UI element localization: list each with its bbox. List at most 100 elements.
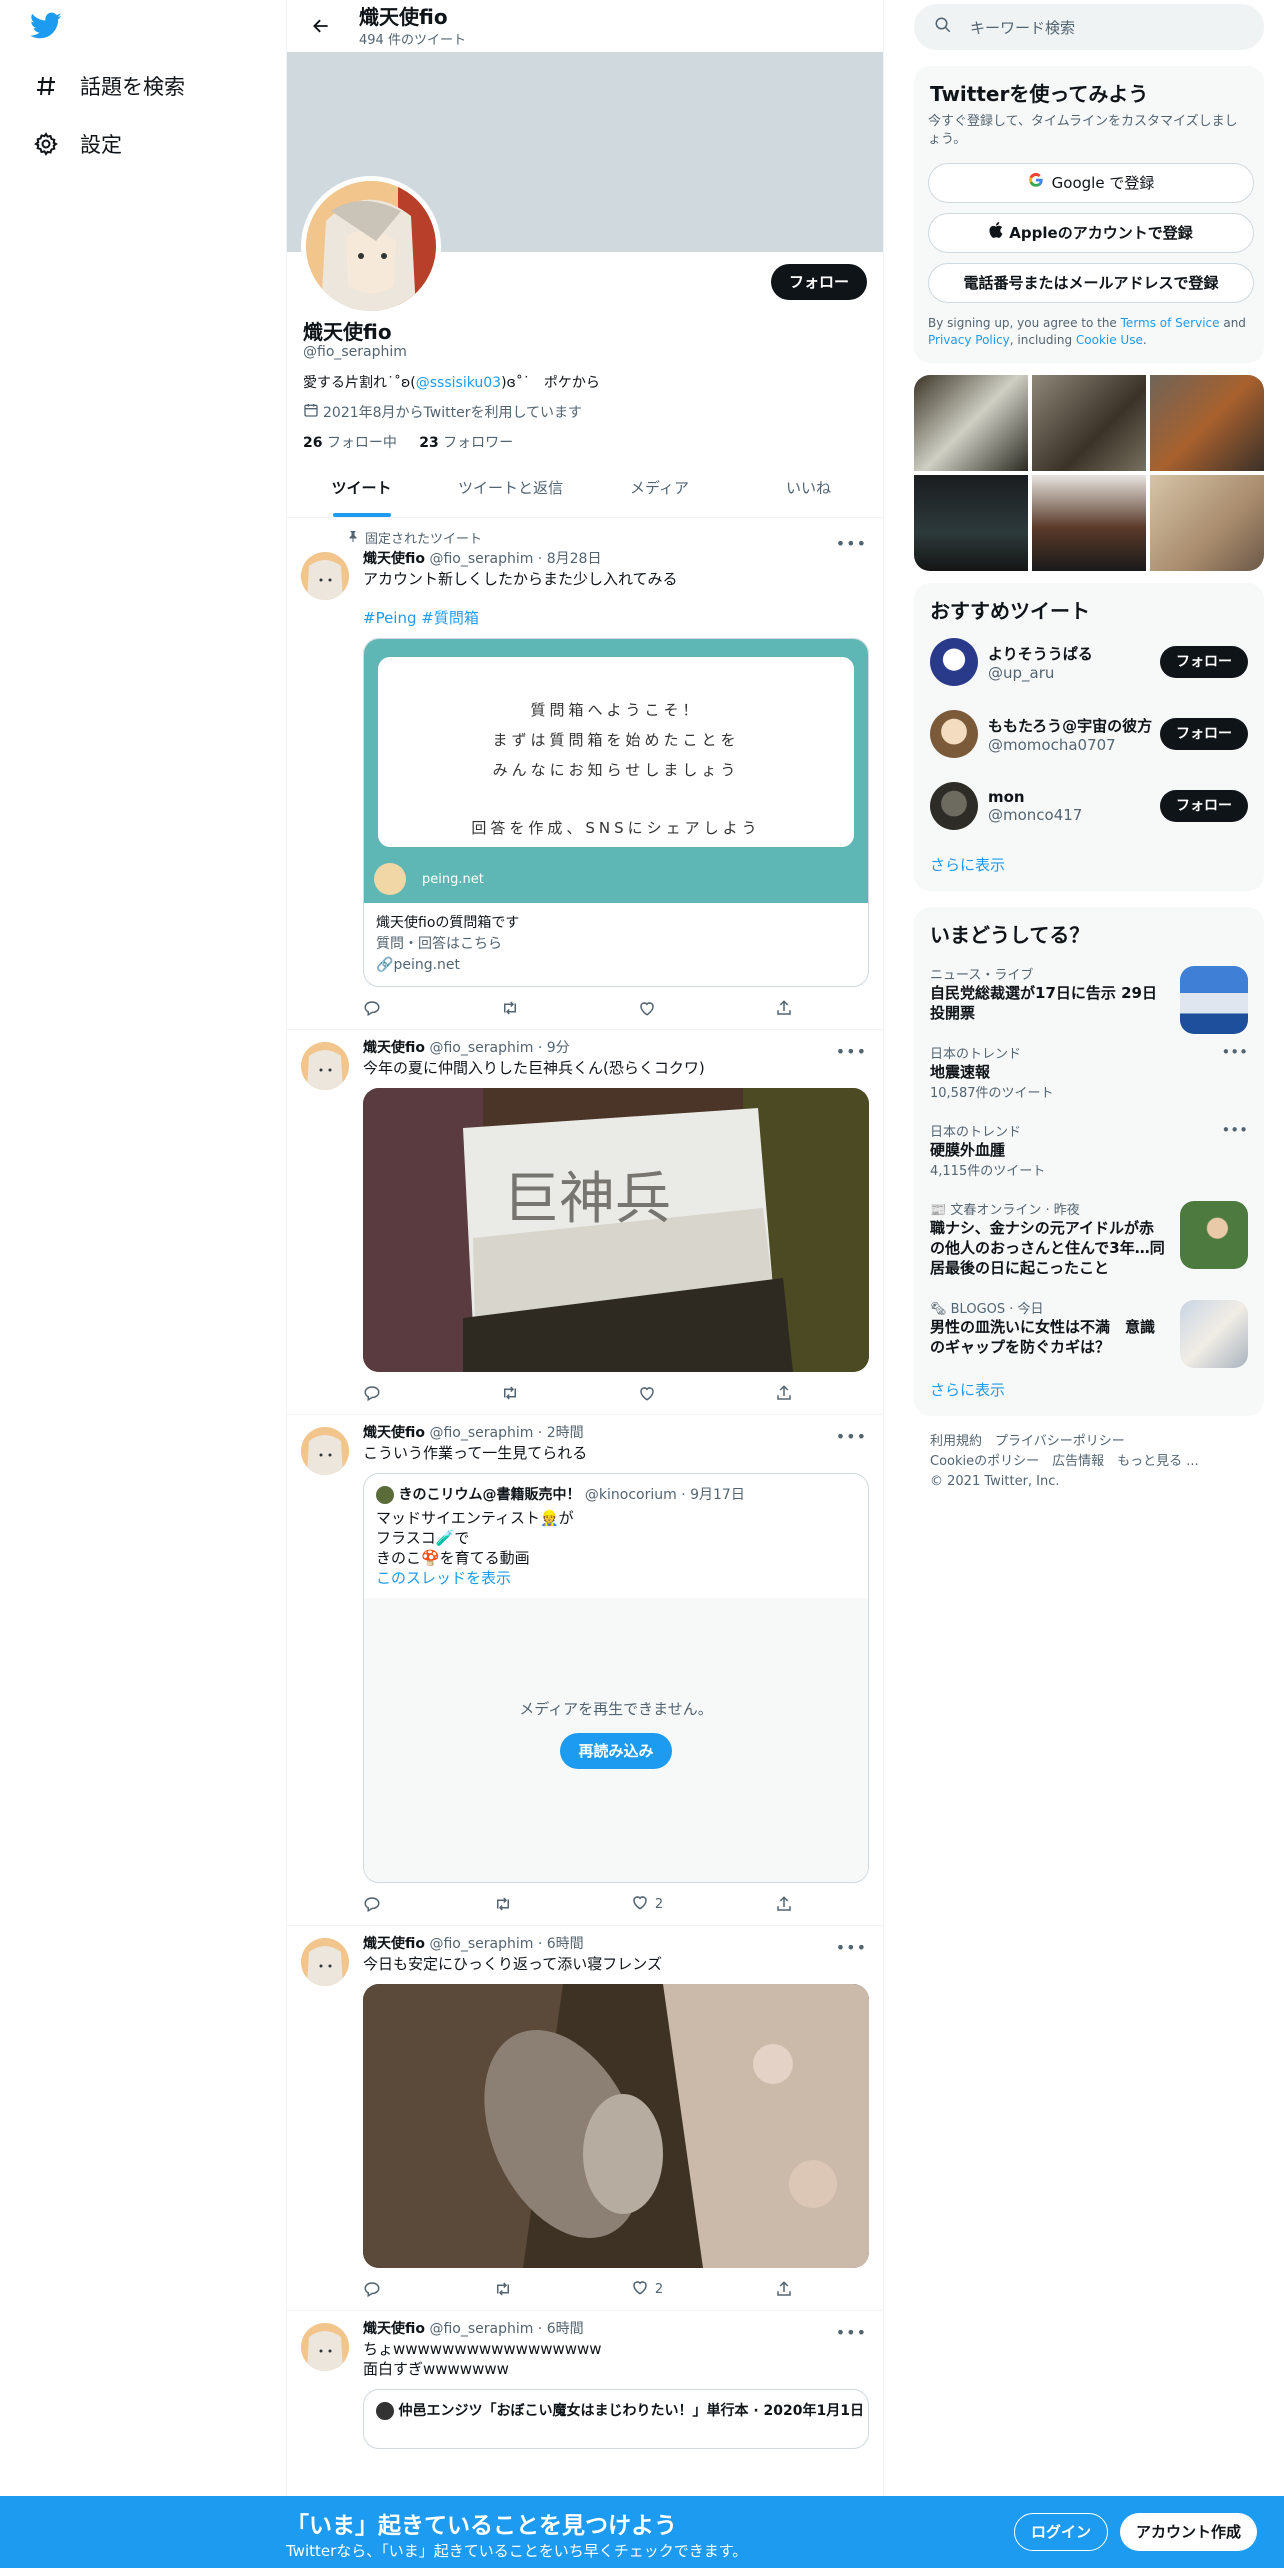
- reply-icon[interactable]: [363, 2278, 381, 2300]
- media-thumb[interactable]: [914, 375, 1028, 471]
- cookie-link[interactable]: Cookie Use: [1076, 333, 1143, 347]
- signup-terms: By signing up, you agree to the Terms of…: [928, 316, 1246, 347]
- share-icon[interactable]: [775, 997, 793, 1019]
- google-signup-button[interactable]: Google で登録: [928, 163, 1254, 203]
- apple-signup-button[interactable]: Appleのアカウントで登録: [928, 213, 1254, 253]
- recommended-user[interactable]: ももたろう@宇宙の彼方 @momocha0707 フォロー: [914, 698, 1264, 770]
- follow-user-button[interactable]: フォロー: [1160, 646, 1248, 678]
- reply-icon[interactable]: [363, 1893, 381, 1915]
- media-thumb[interactable]: [1150, 475, 1264, 571]
- reply-icon[interactable]: [363, 1382, 381, 1404]
- share-icon[interactable]: [775, 1893, 793, 1915]
- tab-media[interactable]: メディア: [585, 460, 734, 517]
- tweet-avatar[interactable]: [301, 1427, 349, 1475]
- header-tweet-count: 494 件のツイート: [359, 32, 466, 48]
- more-options-icon[interactable]: •••: [836, 534, 867, 553]
- tweet[interactable]: 固定されたツイート ••• 熾天使fio @fio_seraphim · 8月2…: [287, 522, 883, 1030]
- tab-likes[interactable]: いいね: [734, 460, 883, 517]
- create-account-button[interactable]: アカウント作成: [1120, 2513, 1258, 2551]
- trend-item[interactable]: 日本のトレンド 地震速報 10,587件のツイート •••: [914, 1033, 1264, 1111]
- profile-avatar[interactable]: [301, 176, 441, 316]
- nav-settings[interactable]: 設定: [32, 124, 122, 164]
- show-thread-link[interactable]: このスレッドを表示: [376, 1569, 511, 1587]
- quoted-tweet[interactable]: きのこリウム@書籍販売中！ @kinocorium · 9月17日 マッドサイエ…: [363, 1473, 869, 1883]
- follow-button[interactable]: フォロー: [770, 264, 867, 300]
- media-thumb[interactable]: [914, 475, 1028, 571]
- tweet-author[interactable]: 熾天使fio: [363, 1040, 425, 1056]
- quote-meta: @kinocorium · 9月17日: [584, 1487, 745, 1503]
- media-thumb[interactable]: [1032, 375, 1146, 471]
- back-arrow-icon[interactable]: [303, 8, 339, 44]
- tweet-photo[interactable]: 巨神兵: [363, 1088, 869, 1372]
- quoted-tweet[interactable]: 仲邑エンジツ「おぼこい魔女はまじわりたい！」単行本 · 2020年1月1日: [363, 2389, 869, 2449]
- share-icon[interactable]: [775, 2278, 793, 2300]
- media-thumb[interactable]: [1032, 475, 1146, 571]
- tweet-meta: @fio_seraphim · 9分: [429, 1040, 570, 1056]
- retweet-icon[interactable]: [493, 1893, 513, 1915]
- tweet[interactable]: ••• 熾天使fio @fio_seraphim · 6時間 ちょwwwwwww…: [287, 2311, 883, 2459]
- reload-button[interactable]: 再読み込み: [560, 1733, 672, 1769]
- retweet-icon[interactable]: [493, 2278, 513, 2300]
- trend-item[interactable]: 🗞 BLOGOS · 今日 男性の皿洗いに女性は不満 意識のギャップを防ぐカギは…: [914, 1288, 1264, 1368]
- tweet-avatar[interactable]: [301, 552, 349, 600]
- apple-icon: [989, 214, 1003, 252]
- trend-item[interactable]: ニュース・ライブ 自民党総裁選が17日に告示 29日投開票: [914, 954, 1264, 1034]
- tweet-avatar[interactable]: [301, 2323, 349, 2371]
- privacy-link[interactable]: Privacy Policy: [928, 333, 1010, 347]
- reply-icon[interactable]: [363, 997, 381, 1019]
- tweet-author[interactable]: 熾天使fio: [363, 1425, 425, 1441]
- footer-line[interactable]: 利用規約 プライバシーポリシー: [930, 1432, 1248, 1452]
- twitter-logo-icon[interactable]: [30, 12, 66, 44]
- user-name: ももたろう@宇宙の彼方: [988, 716, 1153, 735]
- tab-tweets[interactable]: ツイート: [287, 460, 436, 517]
- follow-user-button[interactable]: フォロー: [1160, 718, 1248, 750]
- like-button[interactable]: 2: [625, 1893, 663, 1915]
- more-options-icon[interactable]: •••: [836, 2323, 867, 2342]
- tweet-avatar[interactable]: [301, 1042, 349, 1090]
- more-options-icon[interactable]: •••: [1221, 1121, 1248, 1139]
- tab-tweets-replies[interactable]: ツイートと返信: [436, 460, 585, 517]
- like-icon[interactable]: [638, 997, 656, 1019]
- like-icon[interactable]: [638, 1382, 656, 1404]
- tweet[interactable]: ••• 熾天使fio @fio_seraphim · 9分 今年の夏に仲間入りし…: [287, 1030, 883, 1415]
- tweet-author[interactable]: 熾天使fio: [363, 1936, 425, 1952]
- link-card[interactable]: 質問箱へようこそ！ まずは質問箱を始めたことを みんなにお知らせしましょう 回答…: [363, 638, 869, 987]
- followers-link[interactable]: 23 フォロワー: [419, 435, 513, 451]
- recommended-user[interactable]: よりそううぱる @up_aru フォロー: [914, 626, 1264, 698]
- bio-mention-link[interactable]: @sssisiku03: [416, 375, 501, 391]
- card-domain: 🔗peing.net: [376, 957, 461, 973]
- tweet[interactable]: ••• 熾天使fio @fio_seraphim · 2時間 こういう作業って一…: [287, 1415, 883, 1926]
- nav-explore[interactable]: 話題を検索: [32, 66, 185, 106]
- search-input[interactable]: キーワード検索: [914, 4, 1264, 50]
- login-button[interactable]: ログイン: [1014, 2513, 1109, 2551]
- signup-box: Twitterを使ってみよう 今すぐ登録して、タイムラインをカスタマイズしましょ…: [914, 66, 1264, 363]
- tweet-avatar[interactable]: [301, 1938, 349, 1986]
- more-options-icon[interactable]: •••: [836, 1042, 867, 1061]
- more-options-icon[interactable]: •••: [836, 1938, 867, 1957]
- retweet-icon[interactable]: [500, 1382, 520, 1404]
- footer-links: 利用規約 プライバシーポリシー Cookieのポリシー 広告情報 もっと見る .…: [914, 1416, 1264, 1508]
- media-thumb[interactable]: [1150, 375, 1264, 471]
- follow-user-button[interactable]: フォロー: [1160, 790, 1248, 822]
- tweet-hashtags[interactable]: #Peing #質問箱: [363, 607, 867, 628]
- more-options-icon[interactable]: •••: [1221, 1043, 1248, 1061]
- phone-email-signup-button[interactable]: 電話番号またはメールアドレスで登録: [928, 263, 1254, 303]
- tweet[interactable]: ••• 熾天使fio @fio_seraphim · 6時間 今日も安定にひっく…: [287, 1926, 883, 2311]
- tweet-photo[interactable]: [363, 1984, 869, 2268]
- trend-item[interactable]: 日本のトレンド 硬膜外血腫 4,115件のツイート •••: [914, 1111, 1264, 1189]
- recommended-show-more[interactable]: さらに表示: [914, 842, 1264, 891]
- main-column: 熾天使fio 494 件のツイート フォロー 熾天使fio @fio_serap…: [286, 0, 884, 2568]
- recommended-user[interactable]: mon @monco417 フォロー: [914, 770, 1264, 842]
- video-player: メディアを再生できません。 再読み込み: [364, 1598, 868, 1882]
- more-options-icon[interactable]: •••: [836, 1427, 867, 1446]
- terms-link[interactable]: Terms of Service: [1121, 316, 1220, 330]
- tweet-author[interactable]: 熾天使fio: [363, 551, 425, 567]
- following-link[interactable]: 26 フォロー中: [303, 435, 397, 451]
- footer-line[interactable]: Cookieのポリシー 広告情報 もっと見る ...: [930, 1452, 1248, 1472]
- retweet-icon[interactable]: [500, 997, 520, 1019]
- tweet-author[interactable]: 熾天使fio: [363, 2321, 425, 2337]
- like-button[interactable]: 2: [625, 2278, 663, 2300]
- trends-show-more[interactable]: さらに表示: [914, 1367, 1264, 1416]
- trend-item[interactable]: 📰 文春オンライン · 昨夜 職ナシ、金ナシの元アイドルが赤の他人のおっさんと住…: [914, 1189, 1264, 1288]
- share-icon[interactable]: [775, 1382, 793, 1404]
